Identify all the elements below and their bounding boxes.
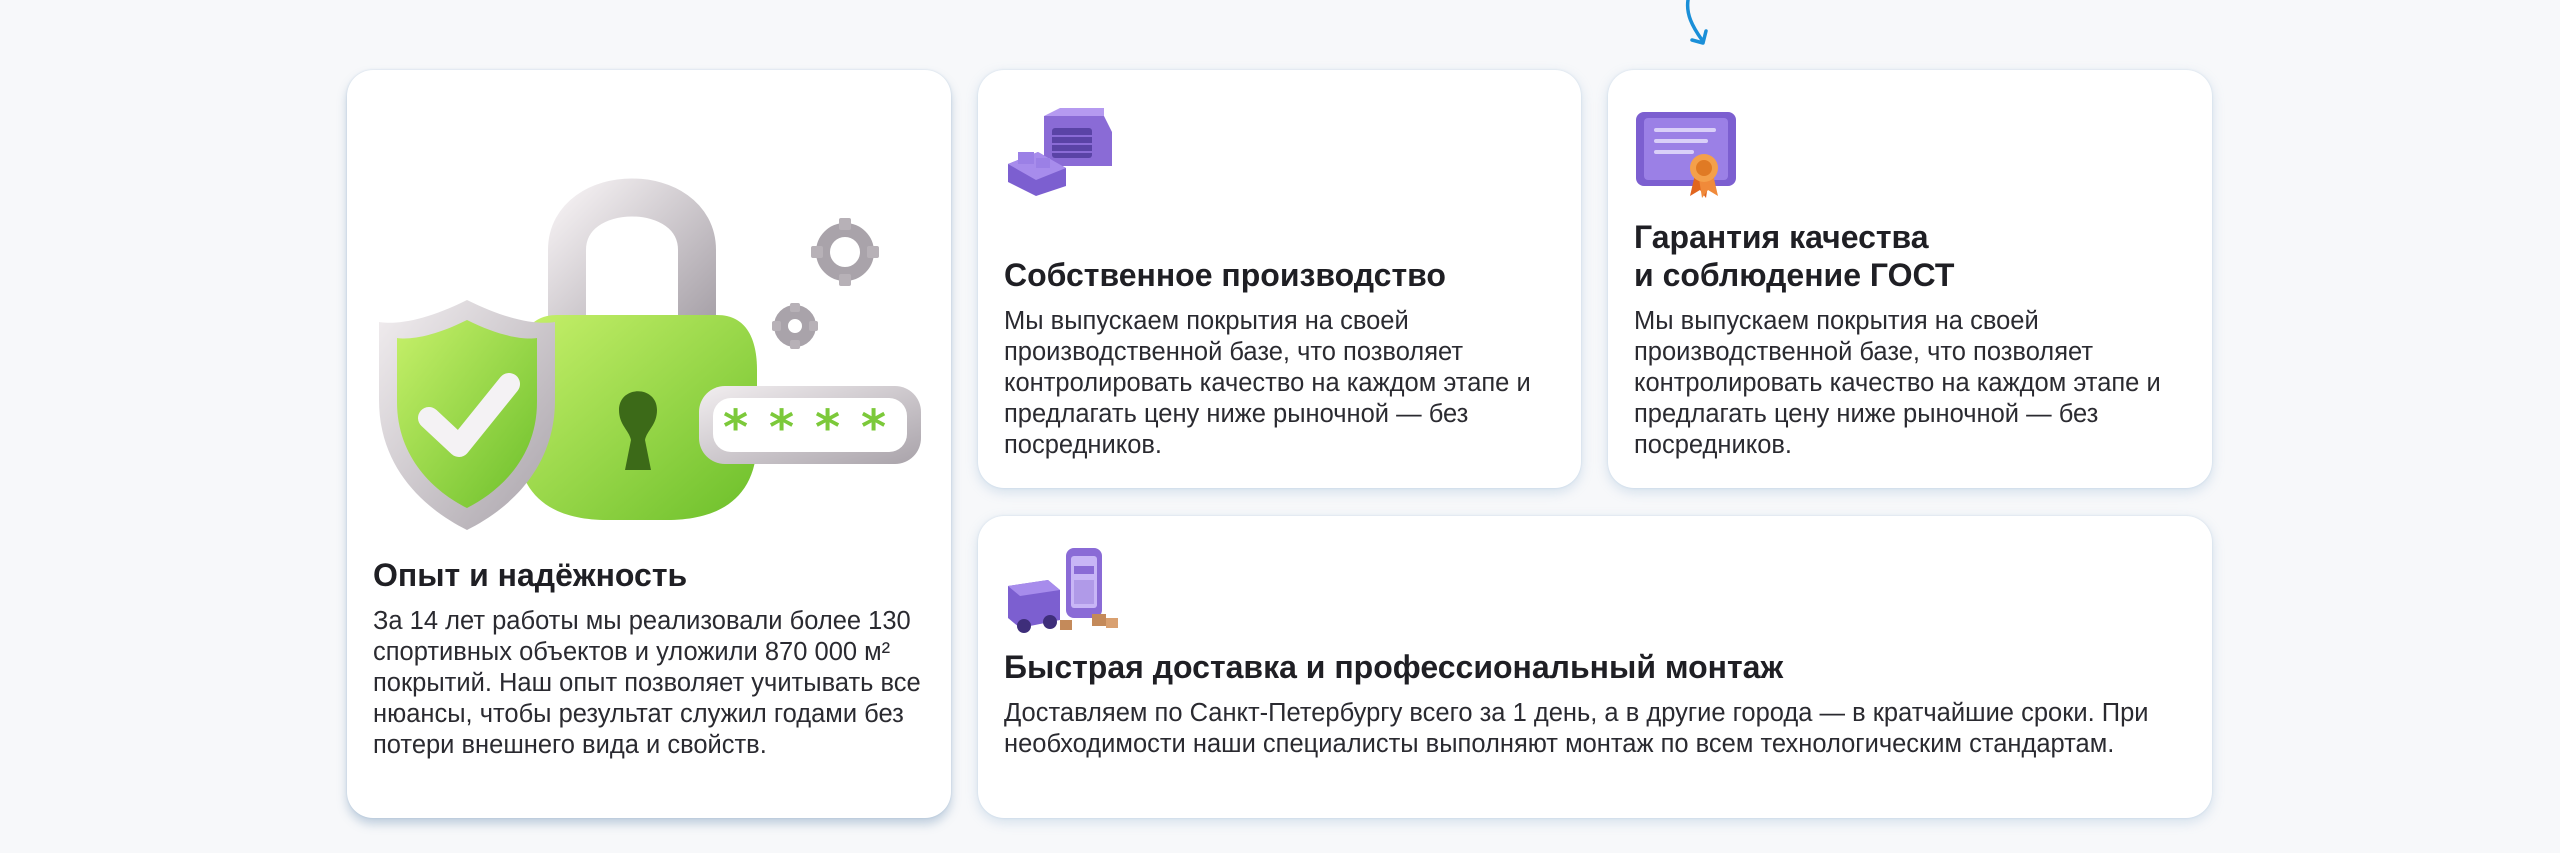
card-title: Гарантия качества и соблюдение ГОСТ	[1634, 219, 1955, 293]
svg-text:*: *	[861, 400, 886, 456]
svg-text:*: *	[815, 400, 840, 456]
svg-text:*: *	[769, 400, 794, 456]
padlock-shield-icon: * * * *	[379, 178, 921, 530]
card-quality: Гарантия качества и соблюдение ГОСТ Мы в…	[1608, 70, 2212, 488]
arrow-down-icon	[1685, 0, 1708, 45]
svg-text:*: *	[723, 400, 748, 456]
card-text: Мы выпускаем покрытия на своей производс…	[1634, 307, 2161, 459]
card-title: Быстрая доставка и профессиональный монт…	[1004, 649, 1784, 685]
factory-icon	[1008, 108, 1112, 196]
card-title: Опыт и надёжность	[373, 557, 688, 593]
card-title: Собственное производство	[1004, 257, 1446, 293]
card-text: За 14 лет работы мы реализовали более 13…	[373, 607, 921, 759]
card-delivery: Быстрая доставка и профессиональный монт…	[978, 516, 2212, 818]
certificate-icon	[1636, 112, 1736, 198]
card-experience: * * * * Опыт и надёжность За 14 лет рабо…	[347, 70, 951, 818]
card-text: Мы выпускаем покрытия на своей производс…	[1004, 307, 1531, 459]
delivery-truck-icon	[1008, 548, 1118, 633]
card-production: Собственное производство Мы выпускаем по…	[978, 70, 1581, 488]
card-text: Доставляем по Санкт-Петербургу всего за …	[1004, 699, 2149, 758]
